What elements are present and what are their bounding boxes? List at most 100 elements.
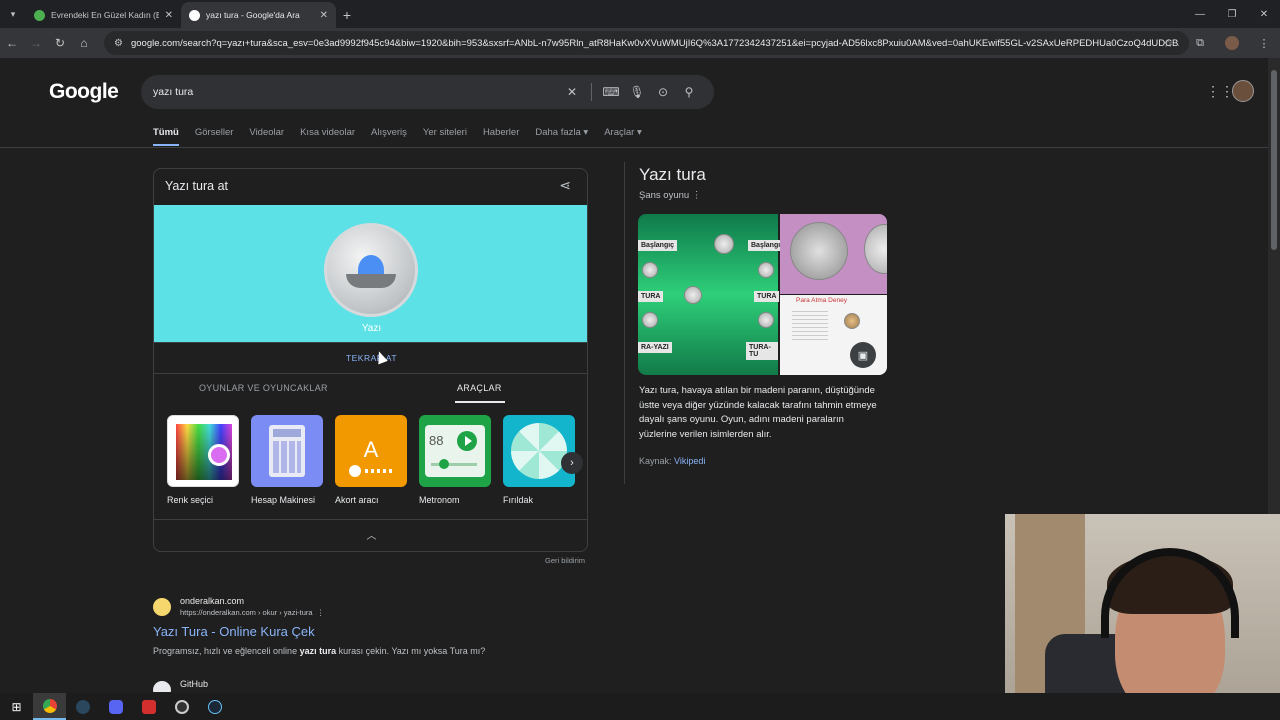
browser-tab-1[interactable]: Evrendeki En Güzel Kadın (En G ✕	[26, 2, 181, 28]
more-dots-icon[interactable]: ⋮	[317, 608, 325, 617]
tab-search-icon[interactable]: ▾	[0, 0, 26, 28]
new-tab-button[interactable]: +	[336, 2, 358, 28]
result-url[interactable]: https://onderalkan.com › okur › yazi-tur…	[180, 608, 324, 617]
close-icon[interactable]: ✕	[320, 10, 328, 21]
tab-more-label: Daha fazla	[535, 127, 581, 138]
scrollbar-thumb[interactable]	[1271, 70, 1277, 250]
toolbar-right: ☆ ⧉ ⋮	[1152, 28, 1280, 58]
image-label: Başlangıç	[638, 240, 678, 251]
coin-icon	[642, 262, 658, 278]
tab-favicon	[34, 9, 45, 21]
search-icon[interactable]: ⚲	[676, 85, 702, 99]
divider	[154, 373, 587, 374]
tab-tools[interactable]: ARAÇLAR	[457, 383, 502, 393]
home-icon[interactable]: ⌂	[72, 36, 96, 50]
feedback-link[interactable]: Geri bildirim	[545, 556, 585, 565]
kp-title: Yazı tura	[639, 165, 706, 184]
result-site[interactable]: GitHub	[180, 679, 208, 689]
spinner-icon	[503, 415, 575, 487]
back-icon[interactable]: ←	[0, 36, 24, 50]
tab-games-toys[interactable]: OYUNLAR VE OYUNCAKLAR	[199, 383, 328, 393]
clear-icon[interactable]: ✕	[559, 85, 585, 99]
coin-icon[interactable]	[324, 223, 418, 317]
tool-calculator[interactable]: Hesap Makinesi	[251, 415, 323, 505]
extensions-icon[interactable]: ⧉	[1184, 37, 1216, 50]
tab-places[interactable]: Yer siteleri	[423, 127, 467, 146]
chevron-up-icon[interactable]: ︿	[154, 527, 587, 542]
tool-tuner[interactable]: A Akort aracı	[335, 415, 407, 505]
tab-tools[interactable]: Araçlar ▾	[604, 127, 642, 146]
tab-all[interactable]: Tümü	[153, 127, 179, 146]
tool-color-picker[interactable]: Renk seçici	[167, 415, 239, 505]
restore-icon[interactable]: ❐	[1216, 0, 1248, 28]
divider	[591, 83, 592, 101]
kp-image-grid[interactable]: Başlangıç Başlangıç TURA TURA RA-YAZI TU…	[638, 214, 887, 375]
coin-icon	[714, 234, 734, 254]
tab-short-videos[interactable]: Kısa videolar	[300, 127, 355, 146]
obs-icon[interactable]	[165, 693, 198, 720]
image-label: Para Atma Deney	[796, 297, 847, 304]
wikipedia-link[interactable]: Vikipedi	[674, 456, 705, 466]
avatar[interactable]	[1232, 80, 1254, 102]
taskbar: ⊞	[0, 693, 1280, 720]
profile-icon[interactable]	[1216, 36, 1248, 50]
share-icon[interactable]: ⋖	[559, 177, 571, 194]
tool-label: Akort aracı	[335, 495, 379, 505]
site-info-icon[interactable]: ⚙	[114, 38, 123, 49]
kp-image[interactable]: Para Atma Deney ▣	[780, 295, 887, 375]
tab-shopping[interactable]: Alışveriş	[371, 127, 407, 146]
tab-images[interactable]: Görseller	[195, 127, 234, 146]
close-window-icon[interactable]: ✕	[1248, 0, 1280, 28]
image-label: RA-YAZI	[638, 342, 672, 353]
snippet-text: Programsız, hızlı ve eğlenceli online	[153, 646, 300, 656]
lens-icon[interactable]: ⊙	[650, 85, 676, 99]
tab-more[interactable]: Daha fazla ▾	[535, 127, 588, 146]
result-title[interactable]: Yazı Tura - Online Kura Çek	[153, 624, 315, 639]
kp-image[interactable]	[780, 214, 887, 294]
coin-icon	[790, 222, 848, 280]
url-text: google.com/search?q=yazı+tura&sca_esv=0e…	[130, 37, 1179, 49]
divider	[154, 342, 587, 343]
reload-icon[interactable]: ↻	[48, 36, 72, 50]
search-nav-tabs: Tümü Görseller Videolar Kısa videolar Al…	[153, 127, 658, 146]
steam-icon[interactable]	[66, 693, 99, 720]
tab-news[interactable]: Haberler	[483, 127, 519, 146]
windows-start-icon[interactable]: ⊞	[0, 693, 33, 720]
search-box[interactable]: yazı tura ✕ ⌨ 🎙 ⊙ ⚲	[141, 75, 714, 109]
tool-label: Renk seçici	[167, 495, 214, 505]
coin-icon	[758, 262, 774, 278]
forward-icon[interactable]: →	[24, 36, 48, 50]
keyboard-icon[interactable]: ⌨	[598, 85, 624, 99]
browser-tab-2[interactable]: yazı tura - Google'da Ara ✕	[181, 2, 336, 28]
coin-icon	[758, 312, 774, 328]
more-dots-icon[interactable]: ⋮	[692, 190, 702, 201]
chrome-icon[interactable]	[33, 693, 66, 720]
calculator-icon	[251, 415, 323, 487]
tool-label: Fırıldak	[503, 495, 534, 505]
search-input[interactable]: yazı tura	[153, 86, 559, 98]
close-icon[interactable]: ✕	[165, 10, 173, 21]
menu-dots-icon[interactable]: ⋮	[1248, 37, 1280, 50]
image-label: TURA-TU	[746, 342, 778, 360]
active-tab-indicator	[455, 401, 505, 403]
google-logo[interactable]: Google	[49, 80, 119, 104]
address-bar[interactable]: ⚙ google.com/search?q=yazı+tura&sca_esv=…	[104, 31, 1189, 55]
flip-again-button[interactable]: TEKRAR AT	[154, 353, 587, 363]
image-gallery-icon[interactable]: ▣	[850, 342, 876, 368]
tool-metronome[interactable]: 88 Metronom	[419, 415, 491, 505]
steam-icon[interactable]	[198, 693, 231, 720]
window-controls: — ❐ ✕	[1184, 0, 1280, 28]
coin-area[interactable]: Yazı	[154, 205, 587, 343]
app-icon[interactable]	[132, 693, 165, 720]
result-site[interactable]: onderalkan.com	[180, 596, 244, 606]
minimize-icon[interactable]: —	[1184, 0, 1216, 28]
chevron-right-icon[interactable]: ›	[561, 452, 583, 474]
divider	[624, 162, 625, 484]
kp-image[interactable]: Başlangıç Başlangıç TURA TURA RA-YAZI TU…	[638, 214, 788, 375]
card-title: Yazı tura at	[165, 179, 228, 193]
google-favicon-icon	[189, 9, 200, 21]
bookmark-star-icon[interactable]: ☆	[1152, 37, 1184, 50]
microphone-icon[interactable]: 🎙	[624, 85, 650, 99]
tab-videos[interactable]: Videolar	[249, 127, 284, 146]
discord-icon[interactable]	[99, 693, 132, 720]
